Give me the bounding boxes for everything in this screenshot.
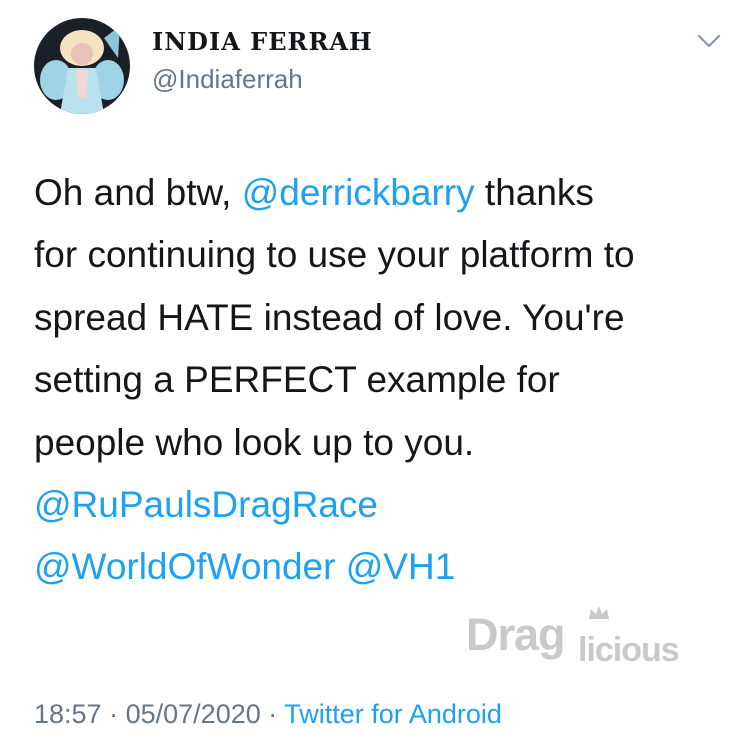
tweet-date[interactable]: 05/07/2020 xyxy=(126,699,261,729)
tweet-time[interactable]: 18:57 xyxy=(34,699,102,729)
tweet-source[interactable]: Twitter for Android xyxy=(284,699,502,729)
tweet-line: people who look up to you. xyxy=(34,421,475,463)
watermark-text-licious: licious xyxy=(578,631,680,669)
avatar-image xyxy=(34,18,130,114)
mention-worldofwonder[interactable]: @WorldOfWonder xyxy=(34,546,335,587)
mention-rupaulsdragrace[interactable]: @RuPaulsDragRace xyxy=(34,484,378,525)
tweet-text-segment: thanks xyxy=(474,172,594,213)
mention-derrickbarry[interactable]: @derrickbarry xyxy=(242,172,475,213)
author-handle[interactable]: @Indiaferrah xyxy=(152,64,303,95)
tweet-line: for continuing to use your platform to xyxy=(34,234,635,276)
tweet-metadata: 18:57 · 05/07/2020 · Twitter for Android xyxy=(34,699,502,730)
chevron-down-icon[interactable] xyxy=(694,30,724,52)
tweet-line: spread HATE instead of love. You're xyxy=(34,296,625,338)
mention-vh1[interactable]: @VH1 xyxy=(346,546,456,587)
tweet-line: Oh and btw, @derrickbarry thanks xyxy=(34,162,724,224)
tweet-line: setting a PERFECT example for xyxy=(34,359,560,401)
author-display-name[interactable]: INDIA FERRAH xyxy=(152,27,373,56)
draglicious-watermark: Drag licious xyxy=(466,603,728,673)
tweet-text-segment: Oh and btw, xyxy=(34,172,242,213)
avatar[interactable] xyxy=(34,18,130,114)
meta-separator: · xyxy=(109,699,119,729)
tweet-line: @WorldOfWonder @VH1 xyxy=(34,536,724,598)
meta-separator: · xyxy=(268,699,278,729)
tweet-line: @RuPaulsDragRace xyxy=(34,474,724,536)
crown-icon xyxy=(586,603,612,621)
tweet-text: Oh and btw, @derrickbarry thanks for con… xyxy=(34,162,724,599)
watermark-text-drag: Drag xyxy=(466,609,566,660)
